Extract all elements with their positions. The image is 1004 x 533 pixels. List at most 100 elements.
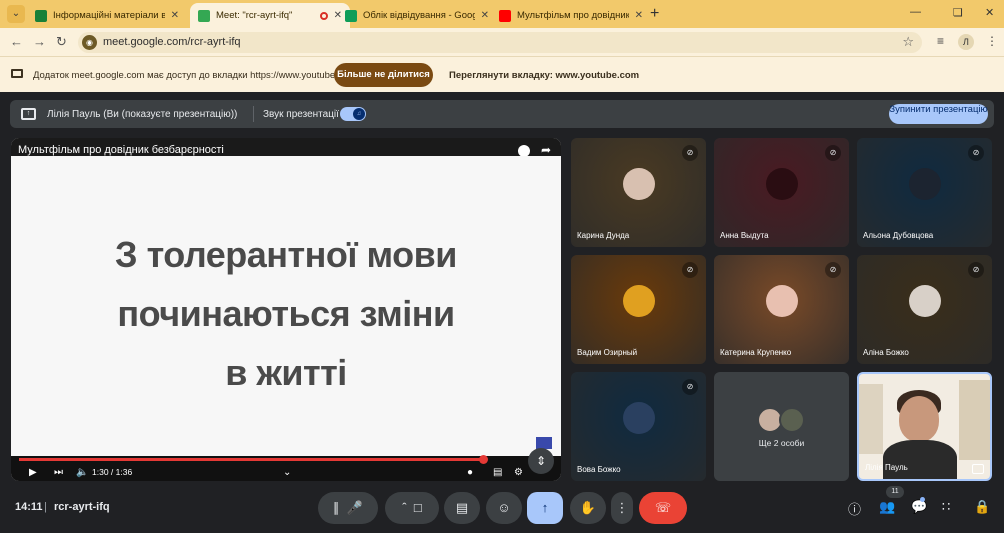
browser-tab-3[interactable]: Облік відвідування - Google Т ✕ bbox=[337, 3, 497, 28]
view-tab-link[interactable]: Переглянути вкладку: www.youtube.com bbox=[449, 70, 639, 81]
participant-tile[interactable]: Вадим Озирный ⊘ bbox=[571, 255, 706, 364]
raise-hand-button[interactable]: ✋ bbox=[570, 492, 606, 524]
host-controls-icon[interactable]: 🔒 bbox=[974, 499, 990, 515]
more-participants-avatars bbox=[757, 407, 809, 433]
participant-tile[interactable]: Карина Дунда ⊘ bbox=[571, 138, 706, 247]
tab-label: Мультфільм про довідник bbox=[517, 10, 629, 21]
speaker-icon: ♫ bbox=[353, 108, 365, 120]
tab-favicon-icon bbox=[345, 9, 357, 22]
url-text: meet.google.com/rcr-ayrt-ifq bbox=[103, 36, 241, 48]
self-video-tile[interactable]: Лілія Пауль bbox=[857, 372, 992, 481]
participant-tile[interactable]: Вова Божко ⊘ bbox=[571, 372, 706, 481]
close-tab-icon[interactable]: ✕ bbox=[171, 10, 179, 21]
minimize-button[interactable]: — bbox=[910, 6, 921, 18]
play-icon[interactable]: ▶ bbox=[29, 467, 37, 478]
media-control-icon[interactable]: ≡ bbox=[937, 34, 944, 48]
present-button[interactable]: ↑ bbox=[527, 492, 563, 524]
camera-button[interactable]: ˆ □ bbox=[385, 492, 439, 524]
stop-sharing-button[interactable]: Більше не ділитися bbox=[334, 63, 433, 87]
tab-favicon-icon bbox=[35, 9, 47, 22]
meeting-control-bar: 14:11 | rcr-ayrt-ifq ∥ 🎤 ˆ □ ▤ ☺ ↑ ✋ ⋮ ☏… bbox=[0, 486, 1004, 533]
close-tab-icon[interactable]: ✕ bbox=[635, 10, 643, 21]
tab-search-chevron-icon[interactable]: ⌄ bbox=[7, 5, 25, 23]
presenting-label: Лілія Пауль (Ви (показуєте презентацію)) bbox=[47, 109, 238, 120]
share-icon[interactable]: ➦ bbox=[541, 143, 551, 157]
captions-icon[interactable]: ▤ bbox=[493, 467, 502, 478]
site-info-icon[interactable]: ◉ bbox=[82, 35, 97, 50]
participant-tile[interactable]: Аліна Божко ⊘ bbox=[857, 255, 992, 364]
browser-tab-4[interactable]: Мультфільм про довідник ✕ bbox=[491, 3, 651, 28]
tile-options-icon[interactable] bbox=[972, 464, 984, 474]
bookmark-star-icon[interactable]: ☆ bbox=[902, 34, 914, 50]
presentation-audio-label: Звук презентації bbox=[263, 109, 339, 120]
close-window-button[interactable]: ✕ bbox=[985, 6, 994, 19]
chat-icon[interactable]: 💬 bbox=[911, 499, 927, 515]
participant-avatar bbox=[622, 284, 655, 317]
self-body bbox=[883, 440, 957, 479]
participant-avatar bbox=[908, 167, 941, 200]
address-bar[interactable]: ◉ meet.google.com/rcr-ayrt-ifq ☆ bbox=[78, 32, 922, 53]
participant-avatar bbox=[765, 167, 798, 200]
participant-tile[interactable]: Катерина Крупенко ⊘ bbox=[714, 255, 849, 364]
browser-tab-2[interactable]: Meet: "rcr-ayrt-ifq" ✕ bbox=[190, 3, 350, 28]
activities-icon[interactable]: ∷ bbox=[942, 499, 950, 515]
profile-avatar[interactable]: Л bbox=[958, 34, 974, 50]
mic-muted-icon: ⊘ bbox=[682, 262, 698, 278]
people-icon[interactable]: 👥 bbox=[879, 499, 895, 515]
presenting-bar: ↑ Лілія Пауль (Ви (показуєте презентацію… bbox=[10, 100, 994, 128]
tab-label: Інформаційні матеріали в рамк bbox=[53, 10, 165, 21]
chapter-chevron-icon[interactable]: ⌄ bbox=[283, 467, 291, 478]
maximize-button[interactable]: ❏ bbox=[953, 6, 963, 19]
participant-tile[interactable]: Альона Дубовцова ⊘ bbox=[857, 138, 992, 247]
video-time: 1:30 / 1:36 bbox=[92, 467, 133, 477]
stop-presenting-button[interactable]: Зупинити презентацію bbox=[889, 104, 988, 124]
slide-line-3: в житті bbox=[225, 352, 347, 393]
participant-avatar bbox=[908, 284, 941, 317]
video-title[interactable]: Мультфільм про довідник безбарєрності bbox=[18, 144, 224, 156]
slide-line-1: З толерантної мови bbox=[115, 234, 457, 275]
participant-tile[interactable]: Анна Выдута ⊘ bbox=[714, 138, 849, 247]
chat-notification-dot bbox=[920, 497, 925, 502]
reload-icon[interactable]: ↻ bbox=[56, 34, 67, 50]
more-options-button[interactable]: ⋮ bbox=[611, 492, 633, 524]
forward-icon[interactable]: → bbox=[33, 34, 46, 49]
background-shelf bbox=[959, 380, 990, 460]
video-progress-bar[interactable] bbox=[19, 458, 483, 461]
slide-content: З толерантної мови починаються зміни в ж… bbox=[11, 156, 561, 456]
captions-button[interactable]: ▤ bbox=[444, 492, 480, 524]
more-participants-tile[interactable]: Ще 2 особи bbox=[714, 372, 849, 481]
mic-muted-icon: ⊘ bbox=[968, 145, 984, 161]
self-name: Лілія Пауль bbox=[865, 463, 908, 472]
mic-muted-icon: ⊘ bbox=[825, 262, 841, 278]
divider bbox=[253, 106, 254, 122]
info-icon[interactable]: ⓘ bbox=[848, 499, 861, 518]
participant-name: Катерина Крупенко bbox=[720, 348, 792, 357]
browser-menu-icon[interactable]: ⋮ bbox=[986, 34, 998, 48]
leave-call-button[interactable]: ☏ bbox=[639, 492, 687, 524]
presentation-view[interactable]: Мультфільм про довідник безбарєрності ➦ … bbox=[11, 138, 561, 481]
settings-gear-icon[interactable]: ⚙ bbox=[514, 467, 523, 478]
autoplay-toggle-icon[interactable]: ● bbox=[467, 467, 473, 478]
browser-toolbar: ← → ↻ ◉ meet.google.com/rcr-ayrt-ifq ☆ ≡… bbox=[0, 28, 1004, 56]
emoji-button[interactable]: ☺ bbox=[486, 492, 522, 524]
next-icon[interactable]: ⏭ bbox=[54, 467, 63, 478]
participant-name: Карина Дунда bbox=[577, 231, 630, 240]
browser-tab-1[interactable]: Інформаційні матеріали в рамк ✕ bbox=[27, 3, 187, 28]
presentation-audio-toggle[interactable]: ♫ bbox=[340, 107, 366, 121]
background-shelf bbox=[859, 384, 883, 454]
new-tab-button[interactable]: + bbox=[650, 5, 659, 23]
move-presentation-icon[interactable]: ⇕ bbox=[528, 448, 554, 474]
participant-name: Альона Дубовцова bbox=[863, 231, 934, 240]
back-icon[interactable]: ← bbox=[10, 34, 23, 49]
microphone-button[interactable]: ∥ 🎤 bbox=[318, 492, 378, 524]
progress-scrubber[interactable] bbox=[479, 455, 488, 464]
tab-strip: ⌄ Інформаційні матеріали в рамк ✕ Meet: "r… bbox=[0, 0, 1004, 28]
meeting-clock: 14:11 bbox=[15, 501, 43, 513]
volume-icon[interactable]: 🔈 bbox=[76, 467, 88, 478]
mic-muted-icon: ⊘ bbox=[825, 145, 841, 161]
participant-avatar bbox=[622, 167, 655, 200]
close-tab-icon[interactable]: ✕ bbox=[481, 10, 489, 21]
people-count-badge: 11 bbox=[886, 486, 904, 498]
participant-avatar bbox=[622, 401, 655, 434]
sharing-message: Додаток meet.google.com має доступ до вк… bbox=[33, 70, 356, 81]
